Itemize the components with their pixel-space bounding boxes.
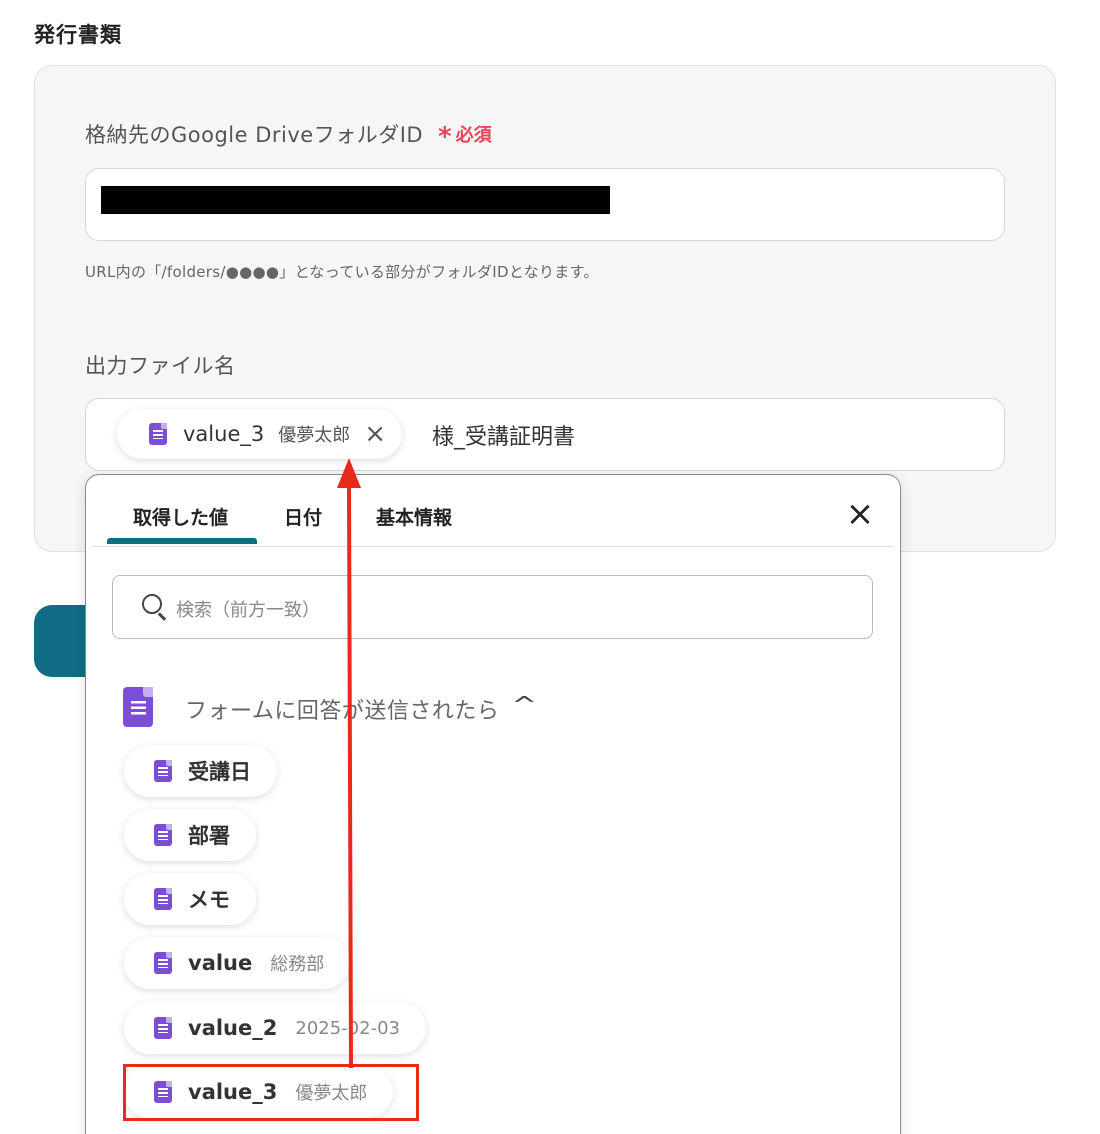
list-item[interactable]: value 総務部 bbox=[124, 937, 351, 989]
google-forms-icon bbox=[123, 687, 153, 727]
item-name: 受講日 bbox=[188, 760, 251, 784]
token-name: value_3 bbox=[183, 422, 265, 446]
item-name: 部署 bbox=[188, 824, 230, 848]
chevron-up-icon[interactable]: ^ bbox=[511, 693, 537, 718]
folder-id-label: 格納先のGoogle Driveフォルダ​ID bbox=[85, 123, 424, 147]
list-item[interactable]: 受講日 bbox=[124, 745, 277, 797]
filename-token-chip[interactable]: value_3 優夢太郎 × bbox=[117, 409, 403, 459]
search-placeholder: 検索（前方一致） bbox=[176, 600, 320, 621]
group-header-label[interactable]: フォームに回答が送信されたら bbox=[185, 693, 499, 725]
required-star: * bbox=[438, 122, 452, 152]
remove-token-icon[interactable]: × bbox=[364, 421, 386, 447]
required-badge: * 必須 bbox=[438, 121, 492, 152]
item-value: 2025-02-03 bbox=[295, 1017, 400, 1039]
form-doc-icon bbox=[154, 952, 172, 974]
form-doc-icon bbox=[149, 423, 167, 445]
list-item[interactable]: メモ bbox=[124, 873, 256, 925]
list-item[interactable]: 部署 bbox=[124, 809, 256, 861]
form-doc-icon bbox=[154, 888, 172, 910]
filename-label: 出力ファイル名 bbox=[85, 354, 236, 378]
form-doc-icon bbox=[154, 824, 172, 846]
token-value: 優夢太郎 bbox=[278, 425, 351, 446]
close-icon[interactable]: × bbox=[845, 497, 875, 531]
filename-suffix-text: 様_受講証明書 bbox=[432, 425, 576, 450]
tab-acquired-values[interactable]: 取得した値 bbox=[133, 503, 228, 530]
item-value: 総務部 bbox=[270, 954, 325, 975]
search-icon bbox=[142, 594, 162, 614]
item-name: メモ bbox=[188, 888, 230, 912]
highlight-box bbox=[123, 1064, 419, 1121]
active-tab-indicator bbox=[107, 538, 257, 544]
form-doc-icon bbox=[154, 760, 172, 782]
tab-divider bbox=[93, 546, 893, 547]
item-name: value_2 bbox=[188, 1016, 278, 1040]
list-item[interactable]: value_2 2025-02-03 bbox=[124, 1002, 426, 1054]
folder-id-hint: URL内の「/folders/●●●●」となっている部分がフォルダIDとなります… bbox=[85, 263, 599, 281]
tab-date[interactable]: 日付 bbox=[284, 503, 322, 530]
item-name: value bbox=[188, 951, 253, 975]
redacted-value bbox=[101, 186, 610, 214]
tab-basic-info[interactable]: 基本情報 bbox=[376, 503, 452, 530]
section-title: 発行書類 bbox=[34, 23, 122, 47]
required-text: 必須 bbox=[455, 125, 492, 146]
form-doc-icon bbox=[154, 1017, 172, 1039]
